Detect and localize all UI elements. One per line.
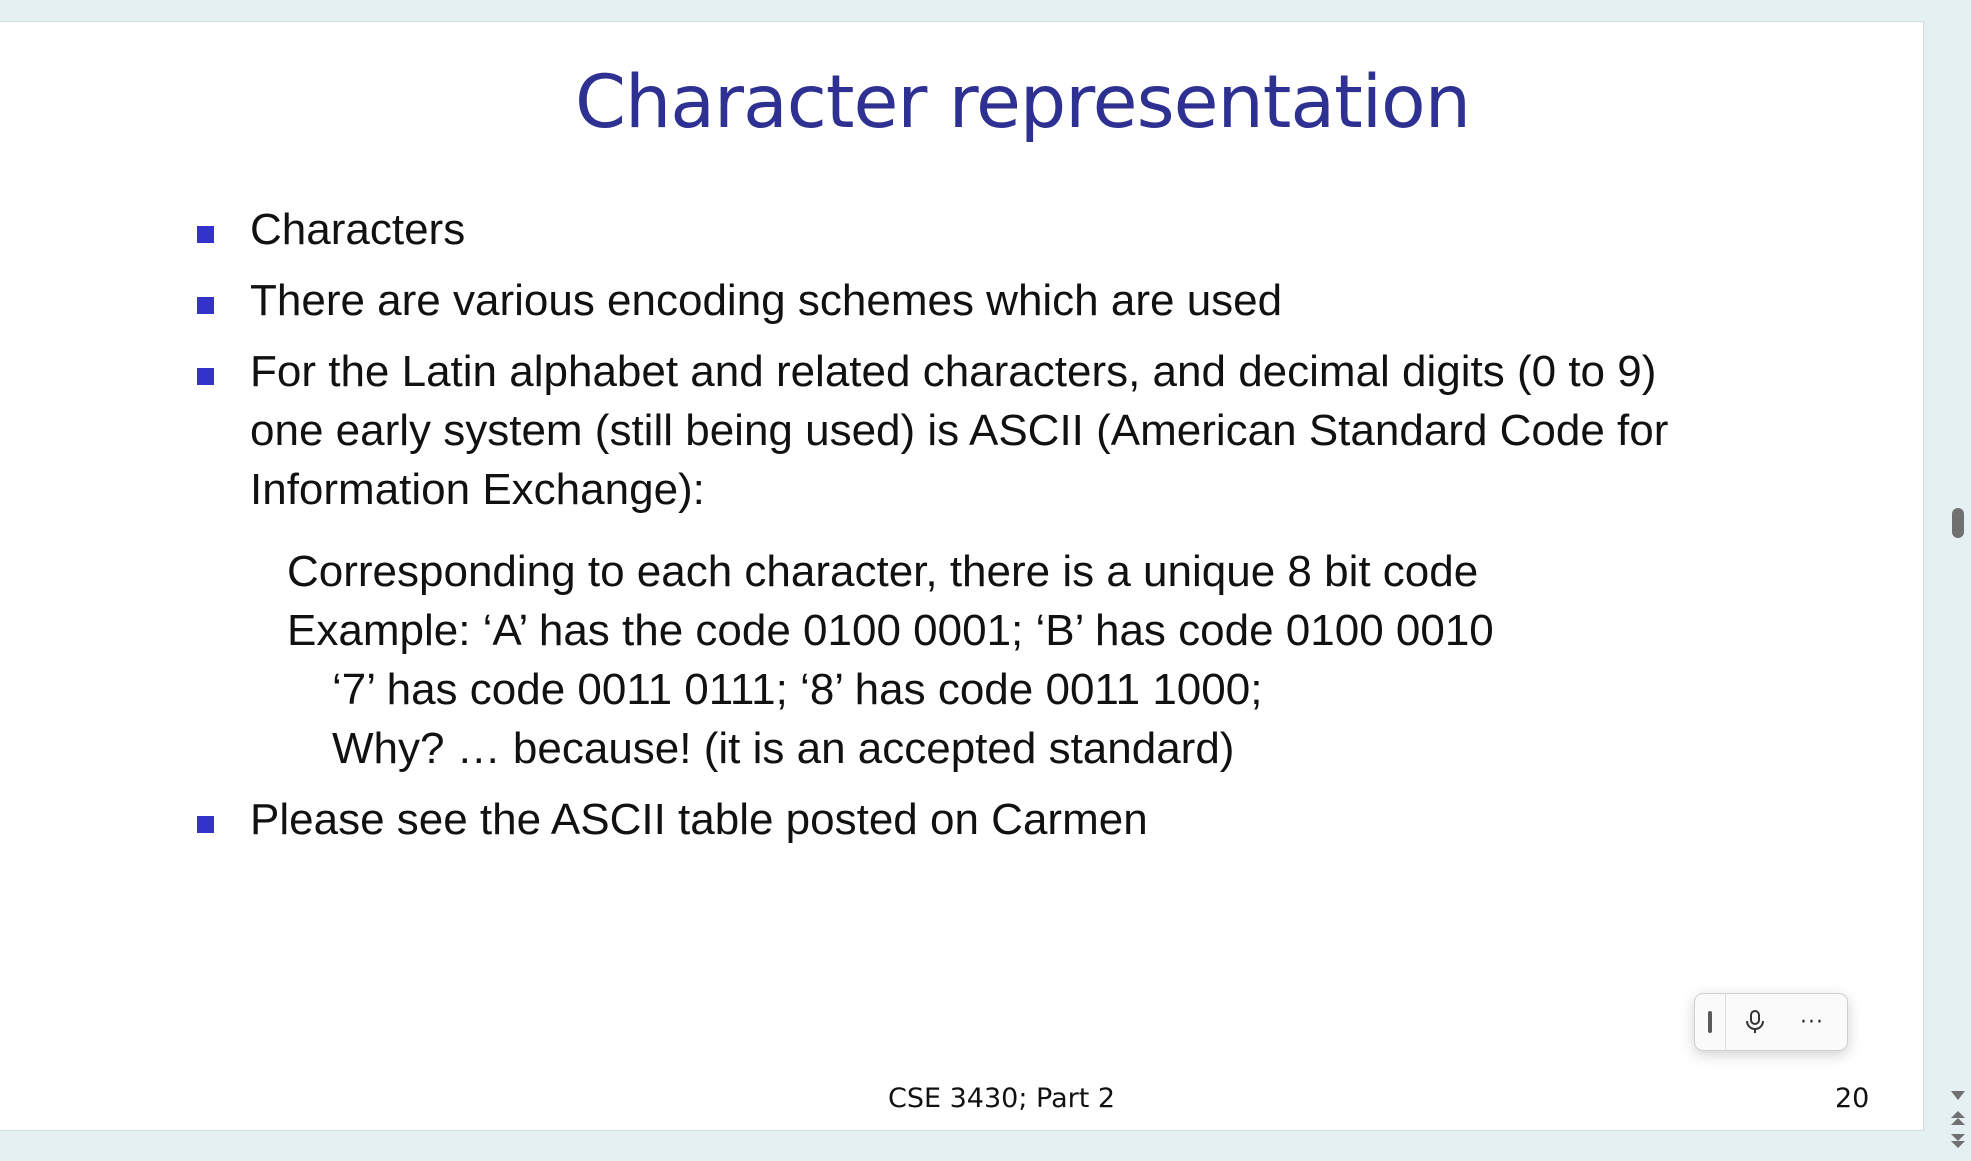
bullet-list: Characters There are various encoding sc… <box>0 22 1923 1130</box>
bullet-marker <box>197 816 214 833</box>
slide-footer-course: CSE 3430; Part 2 <box>888 1083 1116 1114</box>
slide: Character representation Characters Ther… <box>0 21 1924 1131</box>
grip-handle-icon[interactable] <box>1695 993 1726 1051</box>
bullet-item: Characters <box>250 205 466 254</box>
scroll-down-arrow-icon[interactable] <box>1951 1091 1965 1100</box>
sub-item-line: Corresponding to each character, there i… <box>287 547 1479 596</box>
bullet-marker <box>197 368 214 385</box>
microphone-icon <box>1746 1010 1764 1033</box>
slide-page-number: 20 <box>1835 1083 1870 1114</box>
bullet-item-line: Information Exchange): <box>250 465 705 514</box>
dictation-toolbar: ··· <box>1694 993 1848 1051</box>
bullet-item: There are various encoding schemes which… <box>250 276 1283 325</box>
sub-item-line: Example: ‘A’ has the code 0100 0001; ‘B’… <box>287 606 1494 655</box>
bullet-item-line: one early system (still being used) is A… <box>250 406 1669 455</box>
bullet-item: Please see the ASCII table posted on Car… <box>250 795 1148 844</box>
microphone-button[interactable] <box>1726 993 1784 1051</box>
document-viewer: Character representation Characters Ther… <box>0 0 1971 1161</box>
more-options-button[interactable]: ··· <box>1784 993 1840 1051</box>
page-down-icon[interactable] <box>1950 1132 1966 1150</box>
page-up-icon[interactable] <box>1950 1110 1966 1128</box>
bullet-marker <box>197 297 214 314</box>
bullet-marker <box>197 226 214 243</box>
sub-item-line: Why? … because! (it is an accepted stand… <box>332 724 1235 773</box>
bullet-item-line: For the Latin alphabet and related chara… <box>250 347 1657 396</box>
sub-item-line: ‘7’ has code 0011 0111; ‘8’ has code 001… <box>332 665 1263 714</box>
scroll-thumb[interactable] <box>1952 508 1964 538</box>
vertical-scrollbar[interactable] <box>1947 0 1971 1161</box>
